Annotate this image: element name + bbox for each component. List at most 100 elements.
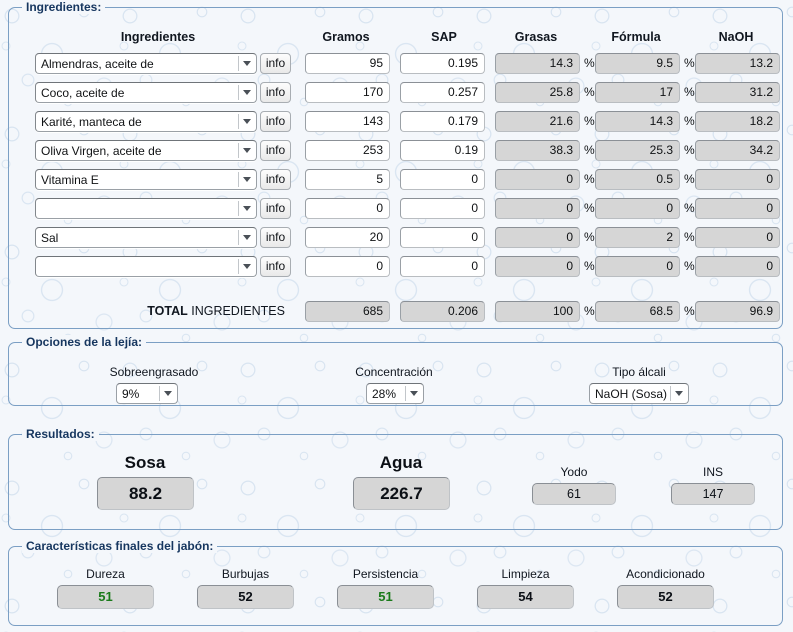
grasas-value: 25.8 <box>495 82 580 103</box>
column-header-naoh: NaOH <box>718 30 754 44</box>
caracteristica-label: Dureza <box>86 567 125 581</box>
resultados-legend: Resultados: <box>22 427 99 441</box>
info-button[interactable]: info <box>260 111 291 132</box>
chevron-down-icon <box>670 386 686 401</box>
sap-input[interactable]: 0.257 <box>400 82 485 103</box>
info-button[interactable]: info <box>260 227 291 248</box>
sosa-value: 88.2 <box>97 477 194 510</box>
gramos-input[interactable]: 95 <box>305 53 390 74</box>
chevron-down-icon <box>159 386 175 401</box>
sobreengrasado-value: 9% <box>122 387 140 401</box>
ingredient-select[interactable] <box>35 256 257 277</box>
total-row-label: TOTAL INGREDIENTES <box>69 304 285 318</box>
formula-value: 0 <box>595 256 680 277</box>
agua-value: 226.7 <box>353 477 450 510</box>
formula-value-percent: % <box>684 85 695 99</box>
total-gramos: 685 <box>305 301 390 322</box>
info-button[interactable]: info <box>260 140 291 161</box>
grasas-value: 0 <box>495 256 580 277</box>
grasas-value-percent: % <box>584 201 595 215</box>
naoh-value: 0 <box>695 169 780 190</box>
total-naoh: 96.9 <box>695 301 780 322</box>
column-header-ingredientes: Ingredientes <box>120 30 196 44</box>
grasas-value-percent: % <box>584 143 595 157</box>
grasas-value: 21.6 <box>495 111 580 132</box>
sosa-label: Sosa <box>124 453 166 472</box>
grasas-value-percent: % <box>584 56 595 70</box>
gramos-input[interactable]: 0 <box>305 256 390 277</box>
naoh-value: 0 <box>695 256 780 277</box>
chevron-down-icon <box>238 114 254 129</box>
naoh-value: 31.2 <box>695 82 780 103</box>
ingredient-select-value: Vitamina E <box>41 173 99 187</box>
ingredient-select[interactable] <box>35 198 257 219</box>
gramos-input[interactable]: 143 <box>305 111 390 132</box>
ingredient-select[interactable]: Oliva Virgen, aceite de <box>35 140 257 161</box>
formula-value: 0.5 <box>595 169 680 190</box>
formula-value-percent: % <box>684 259 695 273</box>
chevron-down-icon <box>238 85 254 100</box>
caracteristica-label: Limpieza <box>501 567 550 581</box>
lejia-legend: Opciones de la lejía: <box>22 335 147 349</box>
caracteristica-label: Acondicionado <box>626 567 705 581</box>
sap-input[interactable]: 0 <box>400 198 485 219</box>
grasas-value: 0 <box>495 198 580 219</box>
ins-value: 147 <box>671 483 755 505</box>
gramos-input[interactable]: 253 <box>305 140 390 161</box>
total-sap: 0.206 <box>400 301 485 322</box>
formula-value-percent: % <box>684 143 695 157</box>
info-button[interactable]: info <box>260 169 291 190</box>
ingredient-select[interactable]: Vitamina E <box>35 169 257 190</box>
total-grasas-percent: % <box>584 304 595 318</box>
chevron-down-icon <box>238 230 254 245</box>
tipo-alcali-value: NaOH (Sosa) <box>595 387 668 401</box>
total-grasas: 100 <box>495 301 580 322</box>
sap-input[interactable]: 0 <box>400 256 485 277</box>
gramos-input[interactable]: 170 <box>305 82 390 103</box>
chevron-down-icon <box>238 201 254 216</box>
chevron-down-icon <box>238 172 254 187</box>
info-button[interactable]: info <box>260 82 291 103</box>
formula-value: 9.5 <box>595 53 680 74</box>
info-button[interactable]: info <box>260 53 291 74</box>
formula-value-percent: % <box>684 56 695 70</box>
sap-input[interactable]: 0.195 <box>400 53 485 74</box>
sap-input[interactable]: 0 <box>400 227 485 248</box>
concentracion-select[interactable]: 28% <box>366 383 424 404</box>
yodo-label: Yodo <box>560 465 588 479</box>
naoh-value: 0 <box>695 198 780 219</box>
gramos-input[interactable]: 5 <box>305 169 390 190</box>
naoh-value: 0 <box>695 227 780 248</box>
ingredient-select[interactable]: Almendras, aceite de <box>35 53 257 74</box>
column-header-gramos: Gramos <box>322 30 370 44</box>
caracteristica-value: 51 <box>337 585 434 609</box>
grasas-value-percent: % <box>584 85 595 99</box>
ingredient-select[interactable]: Karité, manteca de <box>35 111 257 132</box>
formula-value-percent: % <box>684 201 695 215</box>
formula-value: 14.3 <box>595 111 680 132</box>
sobreengrasado-select[interactable]: 9% <box>116 383 178 404</box>
ingredient-select-value: Almendras, aceite de <box>41 57 154 71</box>
tipo-alcali-select[interactable]: NaOH (Sosa) <box>589 383 689 404</box>
ingredient-select-value: Karité, manteca de <box>41 115 142 129</box>
yodo-value: 61 <box>532 483 616 505</box>
sobreengrasado-label: Sobreengrasado <box>109 365 199 379</box>
naoh-value: 13.2 <box>695 53 780 74</box>
lejia-options-section: Opciones de la lejía: Sobreengrasado 9% … <box>8 335 783 406</box>
ingredient-select[interactable]: Sal <box>35 227 257 248</box>
info-button[interactable]: info <box>260 198 291 219</box>
naoh-value: 18.2 <box>695 111 780 132</box>
gramos-input[interactable]: 0 <box>305 198 390 219</box>
gramos-input[interactable]: 20 <box>305 227 390 248</box>
info-button[interactable]: info <box>260 256 291 277</box>
total-formula-percent: % <box>684 304 695 318</box>
sap-input[interactable]: 0.179 <box>400 111 485 132</box>
grasas-value: 14.3 <box>495 53 580 74</box>
tipo-alcali-label: Tipo álcali <box>612 365 666 379</box>
ingredientes-legend: Ingredientes: <box>22 0 106 14</box>
sap-input[interactable]: 0 <box>400 169 485 190</box>
sap-input[interactable]: 0.19 <box>400 140 485 161</box>
ingredient-select[interactable]: Coco, aceite de <box>35 82 257 103</box>
total-rest: INGREDIENTES <box>187 304 285 318</box>
chevron-down-icon <box>405 386 421 401</box>
